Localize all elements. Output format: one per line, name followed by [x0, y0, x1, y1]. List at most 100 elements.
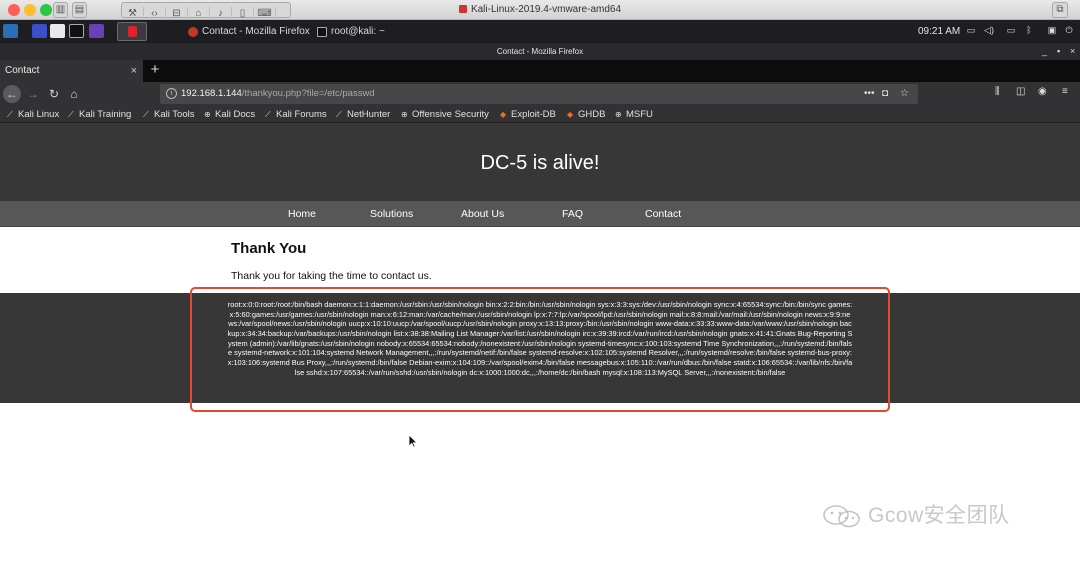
- globe-icon: ⊕: [204, 110, 211, 119]
- kali-menu-icon[interactable]: [3, 24, 18, 38]
- firefox-launcher-icon[interactable]: [89, 24, 104, 38]
- nav-solutions-link[interactable]: Solutions: [370, 201, 413, 227]
- document-icon[interactable]: ▯: [232, 7, 254, 21]
- mouse-cursor-icon: [408, 434, 418, 448]
- tab-contact[interactable]: Contact ×: [0, 60, 143, 82]
- terminal-launcher-icon[interactable]: [69, 24, 84, 38]
- minimize-icon[interactable]: _: [1042, 43, 1047, 60]
- account-icon[interactable]: ◉: [1038, 86, 1047, 97]
- taskbar-item-firefox[interactable]: Contact - Mozilla Firefox: [184, 22, 314, 41]
- highlight-annotation-box: [190, 287, 890, 412]
- nav-contact-link[interactable]: Contact: [645, 201, 681, 227]
- firefox-icon: [188, 27, 198, 37]
- file-manager-icon[interactable]: [50, 24, 65, 38]
- bookmark-kali-tools[interactable]: ⟋ Kali Tools: [142, 106, 195, 123]
- kali-dragon-icon: ⟋: [7, 110, 13, 119]
- volume-icon[interactable]: ◁): [984, 25, 994, 36]
- bookmark-msfu[interactable]: ⊕ MSFU: [614, 106, 653, 123]
- bookmark-star-icon[interactable]: ☆: [900, 84, 909, 104]
- bookmark-kali-forums[interactable]: ⟋ Kali Forums: [264, 106, 327, 123]
- reload-button[interactable]: ↻: [45, 85, 63, 103]
- page-actions-menu-button[interactable]: •••: [864, 84, 875, 104]
- zoom-window-button[interactable]: [40, 4, 52, 16]
- navigation-toolbar: ← → ↻ ⌂ i 192.168.1.144/thankyou.php?fil…: [0, 82, 1080, 106]
- bookmark-exploit-db[interactable]: ◆ Exploit-DB: [499, 106, 556, 123]
- thank-you-message: Thank you for taking the time to contact…: [231, 270, 432, 282]
- bookmark-label: Offensive Security: [412, 109, 489, 120]
- bookmark-kali-training[interactable]: ⟋ Kali Training: [67, 106, 131, 123]
- drive-icon[interactable]: ⊟: [166, 7, 188, 21]
- pocket-icon[interactable]: ◘: [882, 84, 888, 104]
- window-title-text: Contact - Mozilla Firefox: [496, 47, 584, 56]
- bookmark-offensive-security[interactable]: ⊕ Offensive Security: [400, 106, 489, 123]
- display-icon[interactable]: ▭: [966, 25, 976, 36]
- kali-dragon-icon: ⟋: [143, 110, 149, 119]
- bookmark-kali-docs[interactable]: ⊕ Kali Docs: [203, 106, 255, 123]
- vm-toolbar-group: ⚒‹›⊟⌂♪▯⌨‹: [121, 2, 291, 37]
- network-tray-icon[interactable]: ▭: [1006, 25, 1016, 36]
- vm-snapshot-button[interactable]: ▤: [72, 2, 87, 18]
- bookmark-label: Kali Docs: [215, 109, 256, 120]
- vm-library-button[interactable]: ▥: [53, 2, 68, 18]
- tab-label: Contact: [5, 65, 40, 76]
- url-text[interactable]: 192.168.1.144/thankyou.php?file=/etc/pas…: [181, 84, 375, 104]
- library-icon[interactable]: ⫼: [995, 86, 1000, 97]
- wechat-icon: [823, 505, 860, 528]
- nav-home-link[interactable]: Home: [288, 201, 316, 227]
- bookmark-kali-linux[interactable]: ⟋ Kali Linux: [6, 106, 59, 123]
- clock[interactable]: 09:21 AM: [918, 20, 960, 43]
- minimize-window-button[interactable]: [24, 4, 36, 16]
- page-heading: Thank You: [231, 240, 307, 257]
- fullscreen-button[interactable]: ⧉: [1052, 2, 1068, 18]
- network-icon[interactable]: ⌨: [254, 7, 276, 21]
- tab-close-icon[interactable]: ×: [131, 60, 137, 82]
- power-icon[interactable]: ⏻: [1064, 25, 1074, 36]
- vm-icon: [458, 5, 467, 13]
- bookmark-nethunter[interactable]: ⟋ NetHunter: [335, 106, 390, 123]
- kali-dragon-icon: ⟋: [265, 110, 271, 119]
- bluetooth-icon[interactable]: ᛒ: [1024, 25, 1034, 36]
- bookmark-label: Kali Linux: [18, 109, 60, 120]
- firefox-window-title: Contact - Mozilla Firefox _ ▪ ×: [0, 43, 1080, 60]
- sidebar-icon[interactable]: ◫: [1016, 86, 1025, 97]
- new-tab-button[interactable]: +: [148, 60, 162, 82]
- code-icon[interactable]: ‹›: [144, 7, 166, 21]
- host-titlebar: ▥ ▤ ⚒‹›⊟⌂♪▯⌨‹ Kali-Linux-2019.4-vmware-a…: [0, 0, 1080, 37]
- nav-about-us-link[interactable]: About Us: [461, 201, 504, 227]
- bookmark-label: Kali Training: [79, 109, 132, 120]
- terminal-icon: [317, 27, 327, 37]
- settings-icon[interactable]: ⚒: [122, 7, 144, 21]
- lock-icon[interactable]: ⌂: [188, 7, 210, 21]
- globe-icon: ⊕: [401, 110, 408, 119]
- bookmark-ghdb[interactable]: ◆ GHDB: [566, 106, 605, 123]
- bookmark-label: GHDB: [578, 109, 606, 120]
- back-button[interactable]: ←: [3, 85, 21, 103]
- bookmarks-toolbar: ⟋ Kali Linux ⟋ Kali Training ⟋ Kali Tools ⊕…: [0, 106, 1080, 123]
- hamburger-menu-icon[interactable]: ≡: [1062, 86, 1068, 97]
- address-bar[interactable]: i 192.168.1.144/thankyou.php?file=/etc/p…: [160, 84, 918, 104]
- site-title: DC-5 is alive!: [480, 152, 600, 174]
- url-host: 192.168.1.144: [181, 88, 242, 99]
- site-info-icon[interactable]: i: [166, 88, 177, 99]
- bookmark-label: MSFU: [626, 109, 653, 120]
- show-desktop-icon[interactable]: [32, 24, 47, 38]
- workspace-switcher[interactable]: [117, 22, 147, 41]
- kali-taskbar: Contact - Mozilla Firefox root@kali: ~ 0…: [0, 20, 1080, 43]
- site-navigation: Home Solutions About Us FAQ Contact: [0, 201, 1080, 227]
- close-icon[interactable]: ×: [1070, 43, 1075, 60]
- nav-faq-link[interactable]: FAQ: [562, 201, 583, 227]
- kali-dragon-icon: ⟋: [336, 110, 342, 119]
- globe-icon: ⊕: [615, 110, 622, 119]
- workspace-dragon-icon: [128, 26, 137, 37]
- taskbar-item-terminal[interactable]: root@kali: ~: [313, 22, 433, 41]
- home-button[interactable]: ⌂: [65, 85, 83, 103]
- forward-button[interactable]: →: [24, 85, 42, 103]
- kali-dragon-icon: ⟋: [68, 110, 74, 119]
- vm-name: Kali-Linux-2019.4-vmware-amd64: [470, 4, 622, 15]
- bookmark-label: Exploit-DB: [511, 109, 556, 120]
- maximize-icon[interactable]: ▪: [1057, 43, 1060, 60]
- close-window-button[interactable]: [8, 4, 20, 16]
- lock-screen-icon[interactable]: ▣: [1047, 25, 1057, 36]
- tab-strip: Contact × +: [0, 60, 1080, 82]
- sound-icon[interactable]: ♪: [210, 7, 232, 21]
